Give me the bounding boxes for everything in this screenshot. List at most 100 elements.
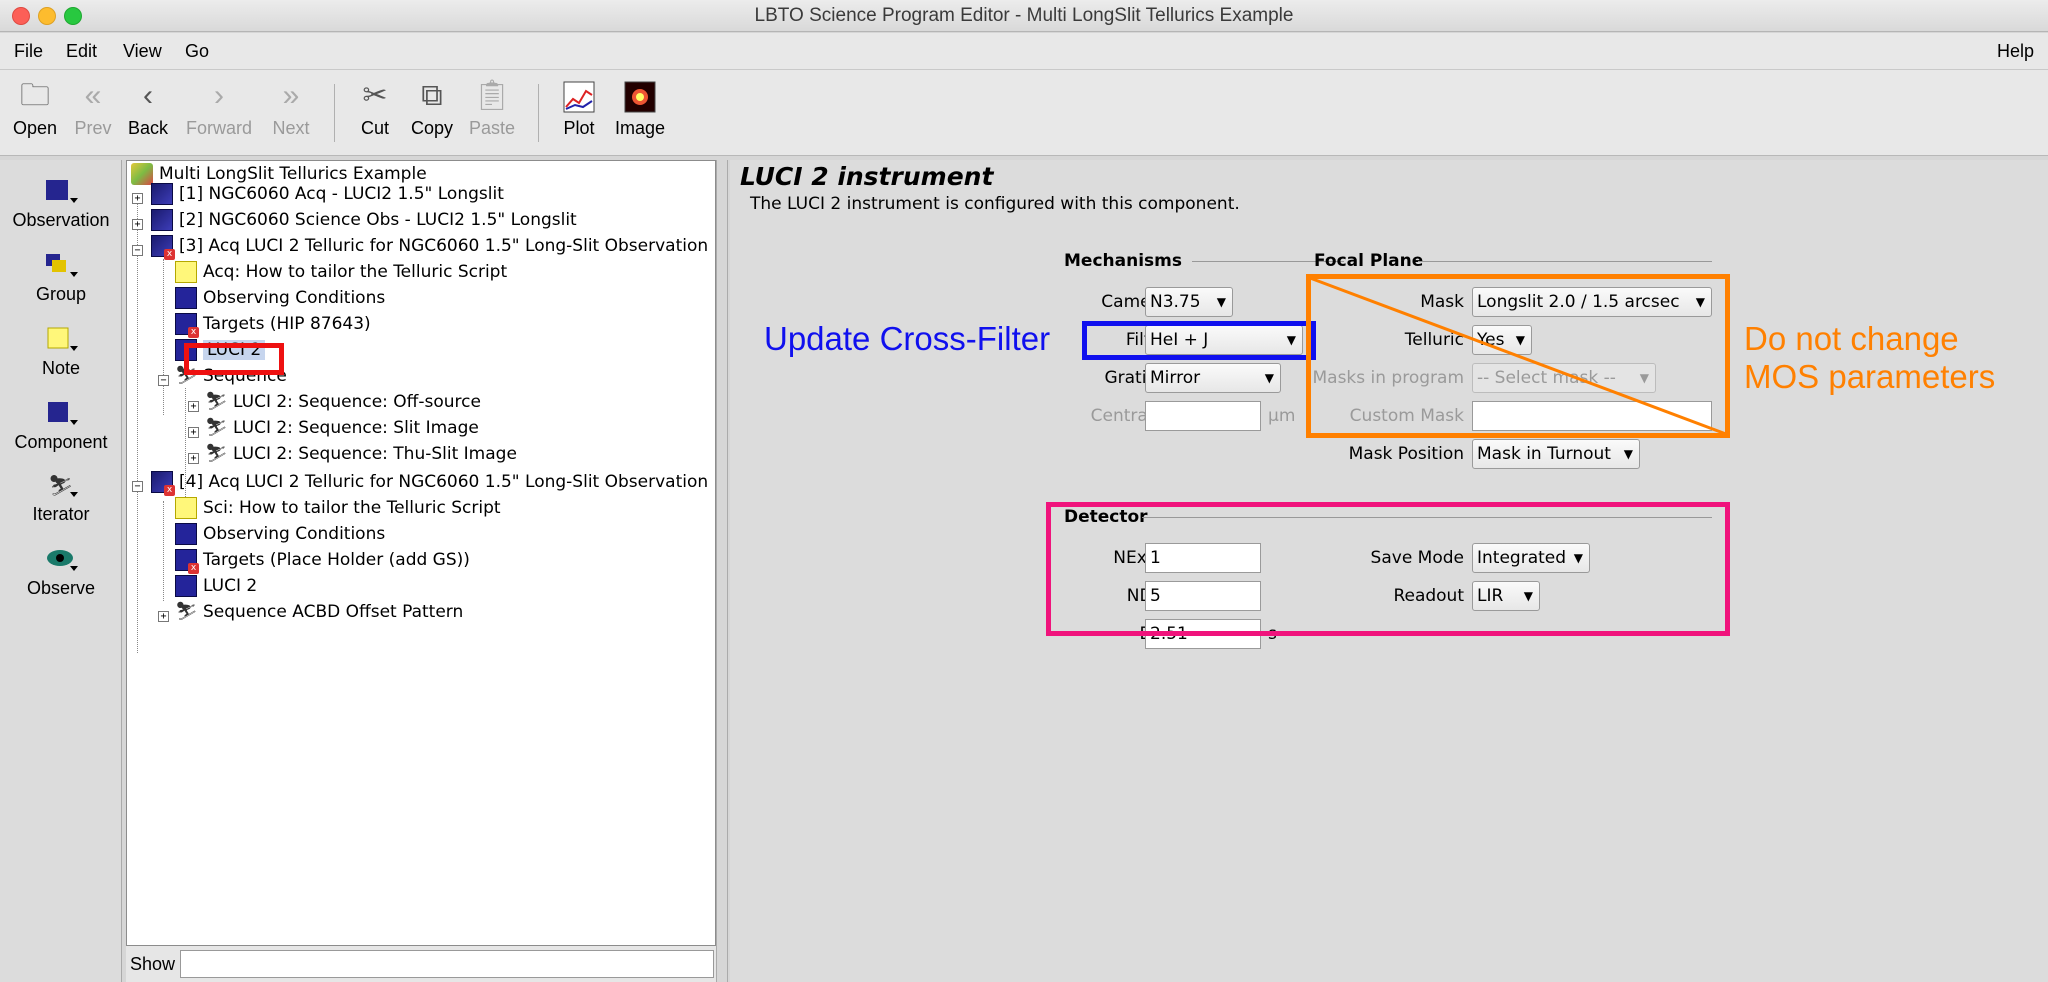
cut-button[interactable]: ✂ Cut — [350, 74, 400, 139]
palette-observe-label: Observe — [26, 578, 96, 598]
expand-icon[interactable]: + — [132, 219, 143, 230]
show-filter-row: Show — [126, 946, 716, 982]
grating-value: Mirror — [1150, 368, 1201, 388]
tree-node-label: Acq: How to tailor the Telluric Script — [203, 262, 508, 282]
menu-help[interactable]: Help — [1997, 41, 2034, 62]
plot-label: Plot — [563, 118, 595, 138]
mask-position-select[interactable]: Mask in Turnout ▼ — [1472, 439, 1640, 469]
mos-warning-line1: Do not change — [1744, 320, 1959, 357]
program-icon — [131, 163, 153, 185]
tree-node-label: LUCI 2: Sequence: Thu-Slit Image — [233, 444, 517, 464]
palette-group[interactable]: Group — [0, 252, 122, 305]
note-icon — [44, 326, 78, 354]
expand-icon[interactable]: + — [158, 611, 169, 622]
target-error-icon — [175, 313, 199, 338]
collapse-icon[interactable]: − — [132, 481, 143, 492]
window-title: LBTO Science Program Editor - Multi Long… — [754, 5, 1294, 26]
tree-node-obs-1[interactable]: [1] NGC6060 Acq - LUCI2 1.5" Longslit — [151, 181, 504, 207]
open-button[interactable]: 🗀 Open — [10, 74, 60, 139]
toolbar: 🗀 Open « Prev ‹ Back › Forward » Next ✂ … — [0, 70, 2048, 156]
palette-group-label: Group — [35, 284, 87, 304]
component-icon — [175, 287, 197, 309]
palette-observe[interactable]: Observe — [0, 546, 122, 599]
tree-node-conditions[interactable]: Observing Conditions — [175, 521, 385, 547]
program-tree[interactable]: Multi LongSlit Tellurics Example + [1] N… — [126, 160, 716, 946]
note-icon — [175, 497, 197, 519]
tree-node-seq-thruslit[interactable]: ⛷ LUCI 2: Sequence: Thu-Slit Image — [205, 441, 517, 467]
image-button[interactable]: Image — [610, 74, 670, 139]
palette-observation[interactable]: Observation — [0, 178, 122, 231]
grating-select[interactable]: Mirror ▼ — [1145, 363, 1281, 393]
plot-button[interactable]: Plot — [556, 74, 602, 139]
tree-node-luci2[interactable]: LUCI 2 — [175, 573, 257, 599]
tree-node-label: LUCI 2: Sequence: Off-source — [233, 392, 481, 412]
iterator-icon: ⛷ — [175, 601, 198, 623]
expand-icon[interactable]: + — [132, 193, 143, 204]
tree-node-sequence-acbd[interactable]: ⛷ Sequence ACBD Offset Pattern — [175, 599, 463, 625]
expand-icon[interactable]: + — [188, 427, 199, 438]
tree-node-seq-slitimage[interactable]: ⛷ LUCI 2: Sequence: Slit Image — [205, 415, 479, 441]
palette-iterator-label: Iterator — [32, 504, 90, 524]
instrument-description: The LUCI 2 instrument is configured with… — [750, 194, 1240, 214]
tree-node-label: Observing Conditions — [203, 288, 386, 308]
tree-node-obs-4[interactable]: [4] Acq LUCI 2 Telluric for NGC6060 1.5"… — [151, 469, 709, 496]
mechanisms-heading: Mechanisms — [1064, 251, 1182, 271]
tree-node-note[interactable]: Sci: How to tailor the Telluric Script — [175, 495, 501, 521]
tree-node-conditions[interactable]: Observing Conditions — [175, 285, 385, 311]
menu-go[interactable]: Go — [185, 41, 209, 62]
palette-component[interactable]: Component — [0, 400, 122, 453]
prev-button[interactable]: « Prev — [70, 74, 116, 139]
target-error-icon — [175, 549, 199, 574]
palette-note[interactable]: Note — [0, 326, 122, 379]
next-button[interactable]: » Next — [266, 74, 316, 139]
palette-component-label: Component — [14, 432, 108, 452]
iterator-icon: ⛷ — [44, 472, 78, 500]
central-wavelength-field[interactable] — [1145, 401, 1261, 431]
collapse-icon[interactable]: − — [158, 375, 169, 386]
menu-view[interactable]: View — [123, 41, 162, 62]
paste-button[interactable]: 📋︎ Paste — [463, 74, 521, 139]
back-button[interactable]: ‹ Back — [124, 74, 172, 139]
collapse-icon[interactable]: − — [132, 245, 143, 256]
tree-node-label: [4] Acq LUCI 2 Telluric for NGC6060 1.5"… — [179, 472, 709, 492]
next-label: Next — [272, 118, 310, 138]
cut-label: Cut — [360, 118, 389, 138]
tree-node-note[interactable]: Acq: How to tailor the Telluric Script — [175, 259, 507, 285]
copy-button[interactable]: ⧉ Copy — [405, 74, 459, 139]
tree-node-seq-offsource[interactable]: ⛷ LUCI 2: Sequence: Off-source — [205, 389, 481, 415]
double-chevron-left-icon: « — [84, 79, 102, 112]
palette-iterator[interactable]: ⛷ Iterator — [0, 472, 122, 525]
show-filter-input[interactable] — [180, 950, 714, 978]
tree-node-label: LUCI 2: Sequence: Slit Image — [233, 418, 479, 438]
forward-label: Forward — [185, 118, 252, 138]
detector-highlight-box — [1046, 502, 1730, 636]
toolbar-separator — [334, 84, 335, 142]
tree-node-obs-3[interactable]: [3] Acq LUCI 2 Telluric for NGC6060 1.5"… — [151, 233, 708, 260]
camera-value: N3.75 — [1150, 292, 1201, 312]
component-icon — [175, 575, 197, 597]
split-pane-divider[interactable] — [716, 160, 728, 982]
palette-note-label: Note — [41, 358, 81, 378]
tree-node-targets[interactable]: Targets (Place Holder (add GS)) — [175, 547, 470, 574]
copy-label: Copy — [410, 118, 454, 138]
clipboard-icon: 📋︎ — [472, 79, 512, 112]
group-icon — [44, 252, 78, 280]
menu-file[interactable]: File — [14, 41, 43, 62]
camera-select[interactable]: N3.75 ▼ — [1145, 287, 1233, 317]
forward-button[interactable]: › Forward — [182, 74, 256, 139]
tree-node-obs-2[interactable]: [2] NGC6060 Science Obs - LUCI2 1.5" Lon… — [151, 207, 577, 233]
expand-icon[interactable]: + — [188, 401, 199, 412]
expand-icon[interactable]: + — [188, 453, 199, 464]
iterator-icon: ⛷ — [205, 443, 228, 465]
tree-node-label: Observing Conditions — [203, 524, 386, 544]
tree-node-targets[interactable]: Targets (HIP 87643) — [175, 311, 371, 338]
menu-edit[interactable]: Edit — [66, 41, 97, 62]
paste-label: Paste — [468, 118, 516, 138]
open-label: Open — [12, 118, 58, 138]
tree-node-label: LUCI 2 — [203, 576, 258, 596]
prev-label: Prev — [74, 118, 112, 138]
component-icon — [175, 523, 197, 545]
image-icon — [610, 74, 670, 118]
show-label: Show — [130, 954, 176, 974]
tree-node-label: [1] NGC6060 Acq - LUCI2 1.5" Longslit — [179, 184, 504, 204]
